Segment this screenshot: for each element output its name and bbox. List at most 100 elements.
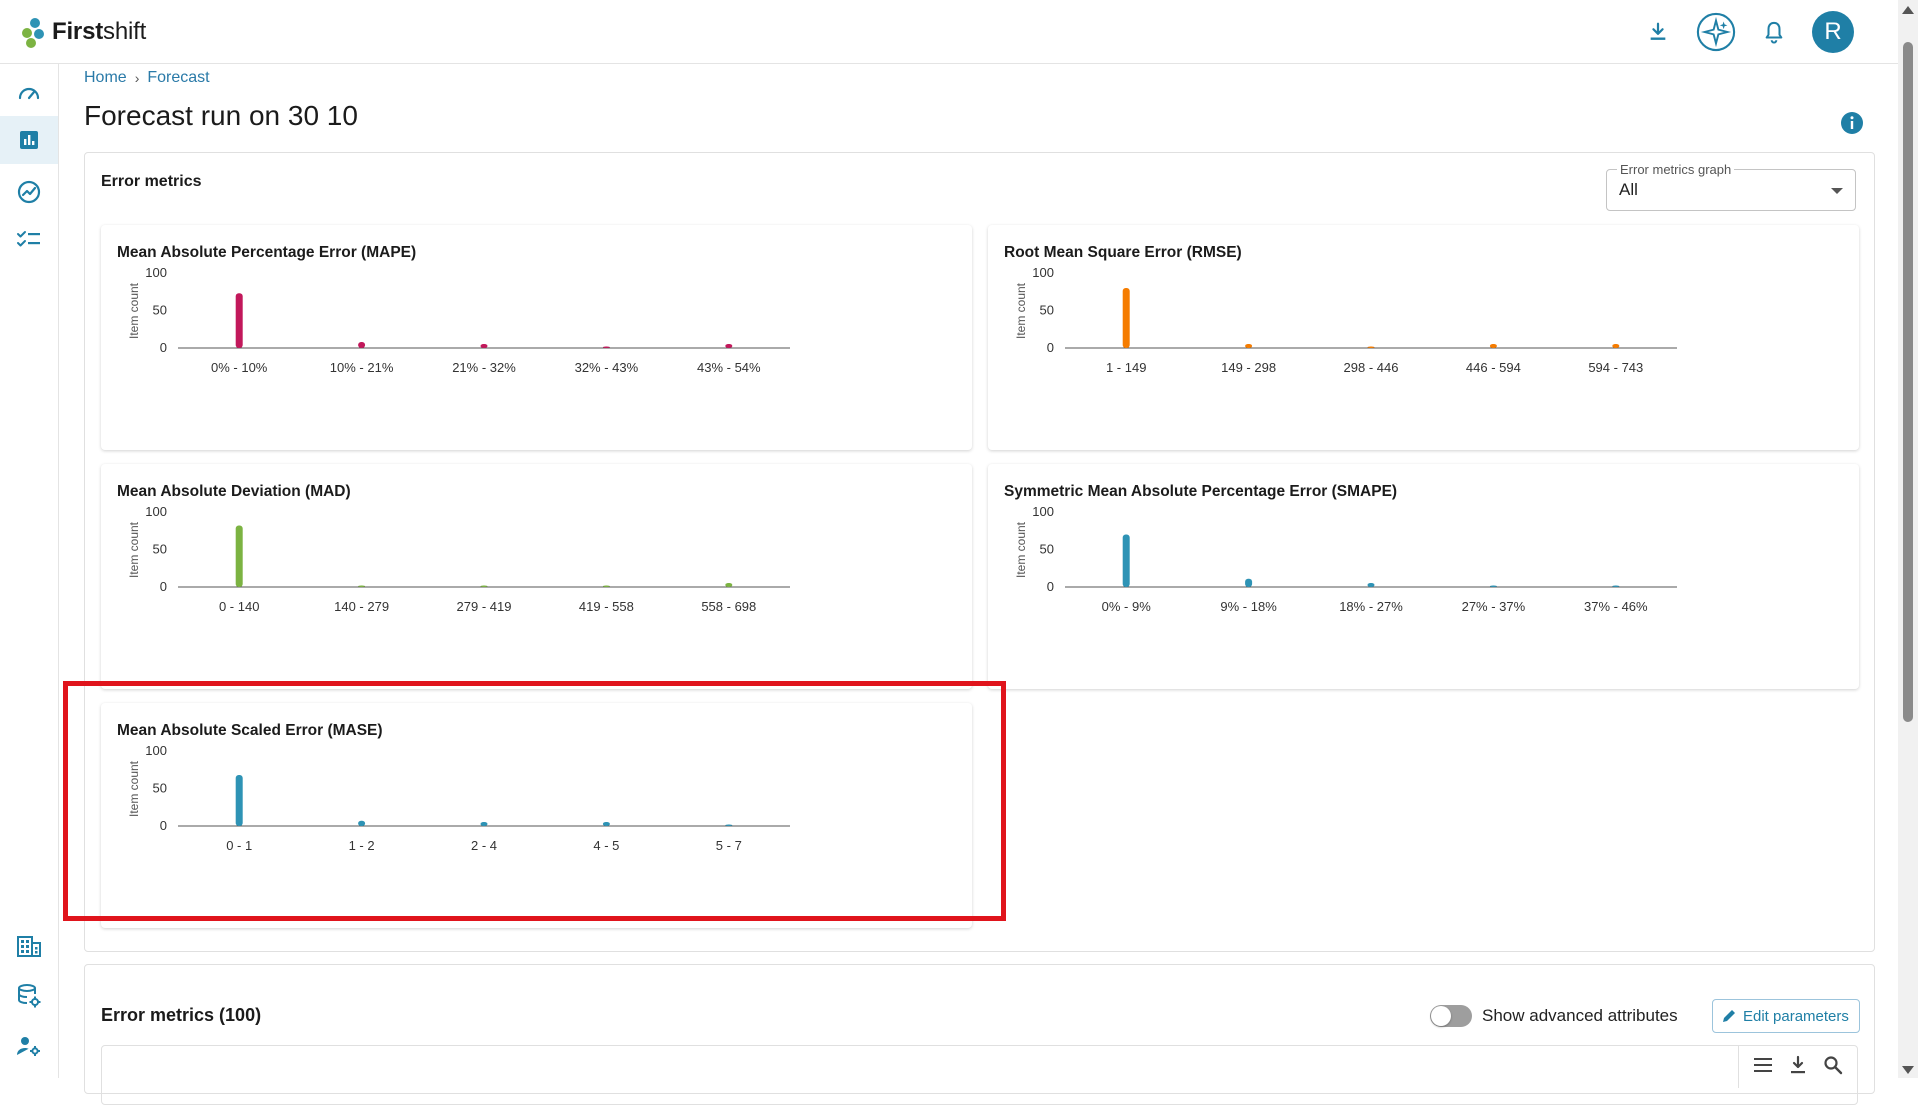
bar[interactable] (725, 583, 733, 587)
chart-rmse: Item count 100 50 0 1 - 149 149 - 298 298 - 44… (1014, 265, 1677, 375)
trend-icon[interactable] (0, 168, 58, 216)
y-tick-label: 50 (153, 542, 167, 557)
scrollbar[interactable] (1898, 0, 1918, 1078)
building-icon[interactable] (0, 922, 58, 970)
bar[interactable] (602, 346, 610, 349)
bar[interactable] (235, 293, 243, 348)
chart-mad: Item count 100 50 0 0 - 140 140 - 279 279 - 41… (127, 504, 790, 614)
edit-parameters-label: Edit parameters (1743, 1007, 1849, 1025)
y-tick-label: 50 (1040, 303, 1054, 318)
chart-title: Root Mean Square Error (RMSE) (1004, 244, 1242, 261)
dashboard-icon[interactable] (0, 68, 58, 116)
info-icon[interactable] (1840, 111, 1864, 140)
x-tick-label: 558 - 698 (701, 599, 756, 614)
y-tick-label: 100 (145, 504, 167, 519)
x-tick-label: 2 - 4 (471, 838, 497, 853)
bar[interactable] (1245, 344, 1253, 348)
error-metrics-table-panel: Error metrics (100) Show advanced attrib… (84, 964, 1875, 1105)
y-axis-label: Item count (127, 521, 141, 578)
bar[interactable] (1489, 585, 1497, 588)
y-tick-label: 0 (160, 340, 167, 355)
x-tick-label: 21% - 32% (452, 360, 516, 375)
bar[interactable] (235, 525, 243, 588)
bar[interactable] (602, 822, 610, 826)
chart-card-mad: Mean Absolute Deviation (MAD) Item count… (101, 464, 972, 689)
pencil-icon (1723, 1010, 1735, 1022)
bar[interactable] (1367, 583, 1375, 587)
bar[interactable] (1612, 585, 1620, 588)
bar[interactable] (480, 344, 488, 348)
breadcrumb-home[interactable]: Home (84, 69, 127, 87)
bar[interactable] (1245, 578, 1253, 587)
y-tick-label: 50 (153, 781, 167, 796)
sidebar (0, 64, 59, 1078)
error-metrics-title: Error metrics (101, 173, 202, 190)
bar-chart-icon[interactable] (0, 116, 58, 164)
brand-name: Firstshift (52, 18, 146, 46)
scroll-thumb[interactable] (1903, 42, 1913, 722)
columns-icon[interactable] (1753, 1056, 1773, 1079)
x-tick-label: 9% - 18% (1220, 599, 1277, 614)
chart-card-smape: Symmetric Mean Absolute Percentage Error… (988, 464, 1859, 689)
user-avatar[interactable]: R (1812, 11, 1854, 53)
y-axis-label: Item count (127, 282, 141, 339)
edit-parameters-button[interactable]: Edit parameters (1712, 999, 1860, 1033)
download-icon[interactable] (1638, 10, 1678, 54)
brand-bold: First (52, 18, 104, 45)
advanced-attributes-toggle[interactable] (1430, 1005, 1472, 1027)
error-metrics-panel: Error metrics Error metrics graph All Me… (84, 152, 1875, 952)
breadcrumb-separator: › (134, 70, 140, 86)
x-tick-label: 0 - 140 (219, 599, 259, 614)
select-value: All (1619, 180, 1638, 199)
y-tick-label: 100 (145, 265, 167, 280)
page-title: Forecast run on 30 10 (84, 100, 358, 131)
bar[interactable] (480, 822, 488, 826)
bar[interactable] (235, 775, 243, 826)
y-axis-label: Item count (1014, 282, 1028, 339)
chart-mase: Item count 100 50 0 0 - 1 1 - 2 2 - 4 4 - 5 5 - … (127, 743, 790, 853)
bar[interactable] (725, 824, 733, 827)
chart-smape: Item count 100 50 0 0% - 9% 9% - 18% 18% - 27%… (1014, 504, 1677, 614)
bar[interactable] (602, 585, 610, 588)
user-settings-icon[interactable] (0, 1022, 58, 1070)
y-axis-label: Item count (1014, 521, 1028, 578)
breadcrumb-forecast[interactable]: Forecast (147, 69, 209, 87)
ai-sparkle-icon[interactable] (1696, 10, 1736, 54)
download-icon[interactable] (1789, 1055, 1807, 1080)
x-tick-label: 27% - 37% (1462, 599, 1526, 614)
app-logo[interactable]: Firstshift (22, 14, 146, 50)
bar[interactable] (358, 820, 366, 826)
bar[interactable] (1612, 344, 1620, 348)
bar[interactable] (1122, 534, 1130, 588)
chevron-down-icon (1831, 188, 1843, 194)
x-tick-label: 43% - 54% (697, 360, 761, 375)
brand-light: shift (103, 18, 147, 45)
bar[interactable] (1367, 346, 1375, 349)
bar[interactable] (1489, 344, 1497, 348)
chart-card-mase: Mean Absolute Scaled Error (MASE) Item c… (101, 703, 972, 928)
y-tick-label: 0 (160, 579, 167, 594)
bar[interactable] (1122, 288, 1130, 348)
x-tick-label: 419 - 558 (579, 599, 634, 614)
database-settings-icon[interactable] (0, 972, 58, 1020)
y-tick-label: 0 (1047, 340, 1054, 355)
toggle-label: Show advanced attributes (1482, 1006, 1678, 1025)
y-tick-label: 50 (1040, 542, 1054, 557)
scroll-down-arrow[interactable] (1902, 1066, 1914, 1074)
bar[interactable] (480, 585, 488, 588)
bar[interactable] (725, 344, 733, 348)
x-tick-label: 279 - 419 (457, 599, 512, 614)
error-metrics-graph-select[interactable]: Error metrics graph All (1606, 162, 1856, 211)
x-tick-label: 10% - 21% (330, 360, 394, 375)
bell-icon[interactable] (1754, 10, 1794, 54)
scroll-up-arrow[interactable] (1902, 6, 1914, 14)
bar[interactable] (358, 342, 366, 348)
checklist-icon[interactable] (0, 216, 58, 264)
logo-icon (22, 16, 48, 48)
y-tick-label: 100 (1032, 265, 1054, 280)
main-content: Home › Forecast Forecast run on 30 10 Er… (60, 64, 1898, 1105)
y-tick-label: 100 (1032, 504, 1054, 519)
bar[interactable] (358, 585, 366, 588)
y-tick-label: 0 (1047, 579, 1054, 594)
search-icon[interactable] (1823, 1055, 1843, 1080)
